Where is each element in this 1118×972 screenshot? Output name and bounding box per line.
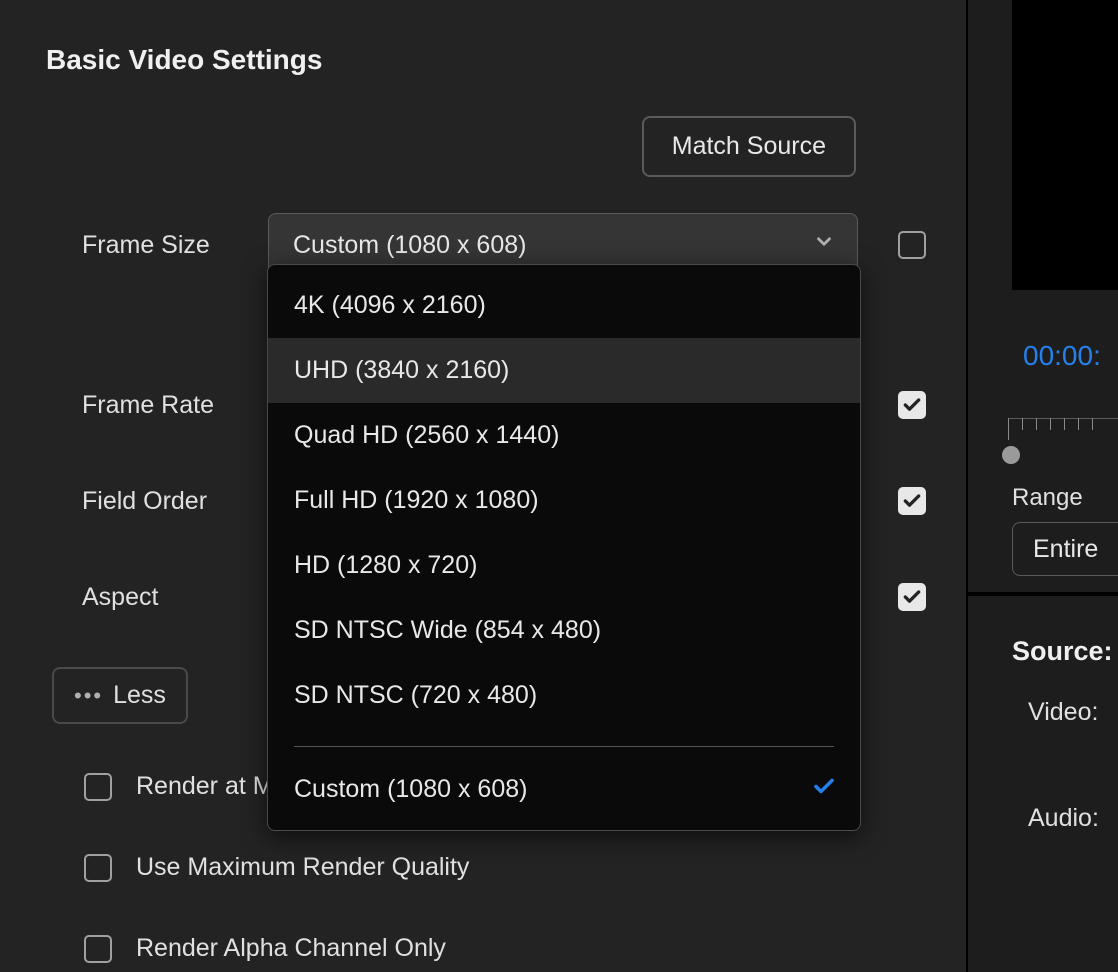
timeline-ruler[interactable] xyxy=(1008,418,1118,458)
playhead[interactable] xyxy=(1002,446,1020,464)
less-label: Less xyxy=(113,681,166,710)
frame-size-option-quadhd[interactable]: Quad HD (2560 x 1440) xyxy=(268,403,860,468)
ruler-tick xyxy=(1022,418,1023,430)
frame-size-option-uhd[interactable]: UHD (3840 x 2160) xyxy=(268,338,860,403)
ruler-tick xyxy=(1092,418,1093,430)
source-audio-label: Audio: xyxy=(1028,804,1099,833)
chevron-down-icon xyxy=(813,231,835,260)
settings-inner: Basic Video Settings Match Source Frame … xyxy=(8,0,966,972)
frame-size-custom-label: Custom (1080 x 608) xyxy=(294,775,527,803)
app-root: Basic Video Settings Match Source Frame … xyxy=(0,0,1118,972)
render-max-depth-checkbox[interactable] xyxy=(84,773,112,801)
frame-rate-label: Frame Rate xyxy=(46,391,268,420)
frame-size-label: Frame Size xyxy=(46,231,268,260)
source-video-label: Video: xyxy=(1028,698,1098,727)
check-icon xyxy=(812,774,836,805)
field-order-lock-checkbox[interactable] xyxy=(898,487,926,515)
field-order-label: Field Order xyxy=(46,487,268,516)
frame-rate-lock-checkbox[interactable] xyxy=(898,391,926,419)
match-source-button[interactable]: Match Source xyxy=(642,116,856,177)
frame-size-option-hd[interactable]: HD (1280 x 720) xyxy=(268,533,860,598)
less-toggle-button[interactable]: ••• Less xyxy=(52,667,188,724)
render-alpha-checkbox[interactable] xyxy=(84,935,112,963)
max-render-quality-row: Use Maximum Render Quality xyxy=(84,853,966,882)
source-title: Source: xyxy=(1012,636,1113,667)
range-label: Range xyxy=(1012,484,1083,512)
render-alpha-label: Render Alpha Channel Only xyxy=(136,934,446,963)
ellipsis-icon: ••• xyxy=(74,685,103,707)
settings-panel: Basic Video Settings Match Source Frame … xyxy=(0,0,968,972)
ruler-baseline xyxy=(1008,418,1118,419)
frame-size-option-sdntsc[interactable]: SD NTSC (720 x 480) xyxy=(268,663,860,728)
section-title: Basic Video Settings xyxy=(46,44,966,76)
frame-size-lock-checkbox[interactable] xyxy=(898,231,926,259)
range-value: Entire xyxy=(1033,535,1098,564)
ruler-tick xyxy=(1064,418,1065,430)
ruler-tick xyxy=(1050,418,1051,430)
ruler-tick xyxy=(1036,418,1037,430)
timecode[interactable]: 00:00: xyxy=(1023,340,1101,372)
frame-size-option-fullhd[interactable]: Full HD (1920 x 1080) xyxy=(268,468,860,533)
frame-size-option-custom[interactable]: Custom (1080 x 608) xyxy=(268,757,860,822)
preview-panel: 00:00: Range Entire Source: Video: Audio… xyxy=(968,0,1118,972)
aspect-label: Aspect xyxy=(46,583,268,612)
frame-size-option-4k[interactable]: 4K (4096 x 2160) xyxy=(268,273,860,338)
match-source-row: Match Source xyxy=(46,116,966,177)
max-render-quality-checkbox[interactable] xyxy=(84,854,112,882)
range-select[interactable]: Entire xyxy=(1012,522,1118,576)
ruler-tick xyxy=(1078,418,1079,430)
max-render-quality-label: Use Maximum Render Quality xyxy=(136,853,469,882)
dropdown-separator xyxy=(294,746,834,747)
video-preview xyxy=(1012,0,1118,290)
frame-size-option-sdntscwide[interactable]: SD NTSC Wide (854 x 480) xyxy=(268,598,860,663)
ruler-tick xyxy=(1008,418,1009,440)
render-alpha-row: Render Alpha Channel Only xyxy=(84,934,966,963)
aspect-lock-checkbox[interactable] xyxy=(898,583,926,611)
panel-divider xyxy=(968,592,1118,596)
frame-size-value: Custom (1080 x 608) xyxy=(293,231,526,260)
frame-size-dropdown: 4K (4096 x 2160) UHD (3840 x 2160) Quad … xyxy=(267,264,861,831)
